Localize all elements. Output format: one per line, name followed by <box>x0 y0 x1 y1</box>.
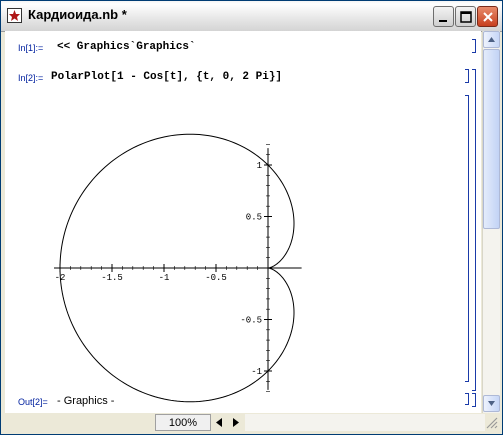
cell-bracket-2-graphics[interactable] <box>465 95 469 382</box>
y-tick-label: 0.5 <box>246 213 262 223</box>
close-icon <box>483 12 493 22</box>
arrow-down-icon <box>488 401 495 406</box>
close-button[interactable] <box>477 6 498 27</box>
notebook-window: Кардиоида.nb * In[1]:= << Graphics`Graph… <box>0 0 503 435</box>
output-graphics: - Graphics - <box>57 395 115 407</box>
cell-bracket-2-input[interactable] <box>465 69 469 83</box>
window-title: Кардиоида.nb * <box>28 7 127 22</box>
input-label-2: In[2]:= <box>18 73 44 83</box>
output-label: Out[2]= <box>18 397 48 407</box>
x-tick-label: -1 <box>159 273 170 283</box>
arrow-right-icon[interactable] <box>228 414 243 431</box>
x-tick-label: -0.5 <box>205 273 227 283</box>
cell-bracket-output[interactable] <box>465 393 469 405</box>
minimize-icon <box>439 20 447 22</box>
horizontal-scrollbar[interactable] <box>245 414 485 431</box>
scroll-down-button[interactable] <box>483 395 500 412</box>
cell-bracket-1[interactable] <box>472 39 476 53</box>
y-tick-label: 1 <box>257 161 262 171</box>
input-code-2[interactable]: PolarPlot[1 - Cos[t], {t, 0, 2 Pi}] <box>51 71 282 83</box>
zoom-level[interactable]: 100% <box>155 414 211 431</box>
mathematica-notebook-icon <box>7 8 22 23</box>
notebook-content[interactable]: In[1]:= << Graphics`Graphics` In[2]:= Po… <box>5 31 481 413</box>
scroll-thumb[interactable] <box>483 49 500 229</box>
input-code-1[interactable]: << Graphics`Graphics` <box>57 41 196 53</box>
x-tick-label: -1.5 <box>101 273 123 283</box>
y-tick-label: -1 <box>251 367 262 377</box>
cell-bracket-output-group[interactable] <box>472 393 476 407</box>
maximize-button[interactable] <box>455 6 476 27</box>
resize-grip-icon[interactable] <box>485 416 499 430</box>
title-bar[interactable]: Кардиоида.nb * <box>1 1 502 32</box>
y-tick-label: -0.5 <box>240 316 262 326</box>
vertical-scrollbar[interactable] <box>482 31 500 413</box>
arrow-up-icon <box>488 37 495 42</box>
arrow-left-icon[interactable] <box>212 414 227 431</box>
status-bar: 100% <box>5 414 499 432</box>
minimize-button[interactable] <box>433 6 454 27</box>
cardioid-plot: -2 -1.5 -1 -0.510.5-0.5-1 <box>54 133 302 403</box>
scroll-up-button[interactable] <box>483 31 500 48</box>
cell-bracket-2-group[interactable] <box>472 69 476 391</box>
maximize-icon <box>460 11 472 23</box>
input-label-1: In[1]:= <box>18 43 44 53</box>
